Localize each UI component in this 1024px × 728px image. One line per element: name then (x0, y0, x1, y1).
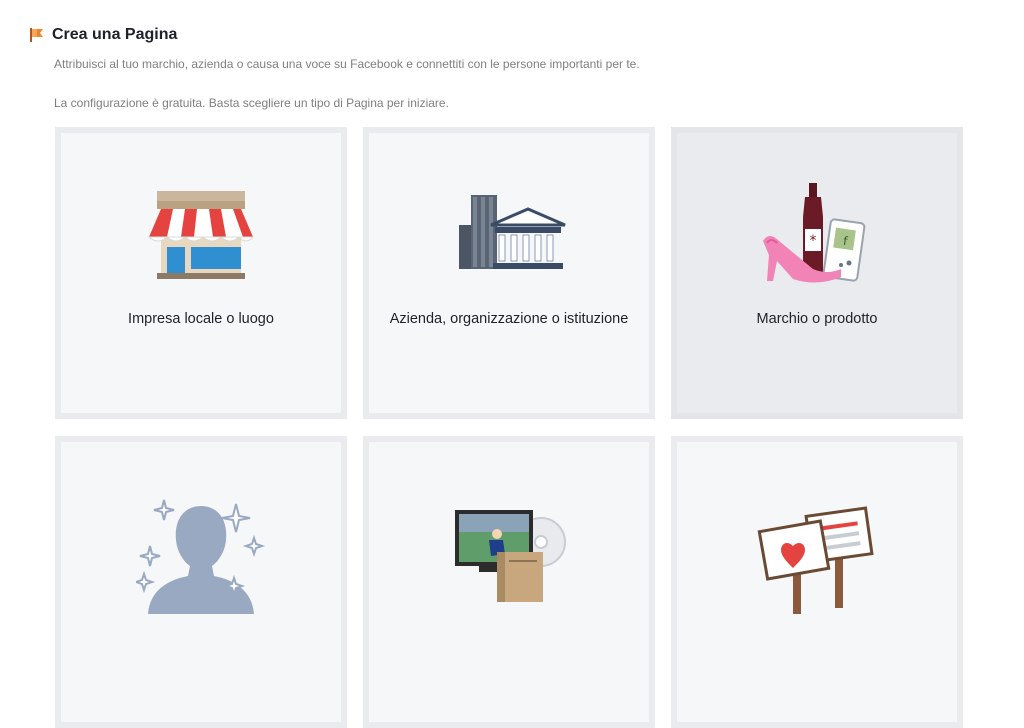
page-header: Crea una Pagina (28, 24, 177, 46)
flag-icon (30, 28, 43, 42)
page-type-cause-card[interactable] (671, 436, 963, 728)
page-type-entertainment-card[interactable] (363, 436, 655, 728)
page-type-public-figure-card[interactable] (55, 436, 347, 728)
page-type-brand-card[interactable]: * f Marchio o prodotto (671, 127, 963, 419)
cause-signs-icon (757, 506, 874, 614)
page-type-label: Impresa locale o luogo (128, 311, 274, 327)
page-type-local-business-card[interactable]: Impresa locale o luogo (55, 127, 347, 419)
product-collage-icon: * f (763, 183, 866, 283)
entertainment-media-icon (455, 510, 566, 602)
page-type-label: Marchio o prodotto (756, 311, 878, 327)
public-figure-silhouette-icon (136, 499, 266, 614)
svg-text:*: * (810, 233, 817, 249)
office-buildings-icon (459, 195, 566, 269)
page-title: Crea una Pagina (52, 26, 178, 43)
page-type-label: Azienda, organizzazione o istituzione (389, 311, 629, 327)
page-description: Attribuisci al tuo marchio, azienda o ca… (54, 57, 640, 71)
page-type-company-card[interactable]: Azienda, organizzazione o istituzione (363, 127, 655, 419)
storefront-icon (147, 191, 255, 279)
page-subdescription: La configurazione è gratuita. Basta sceg… (54, 96, 449, 110)
